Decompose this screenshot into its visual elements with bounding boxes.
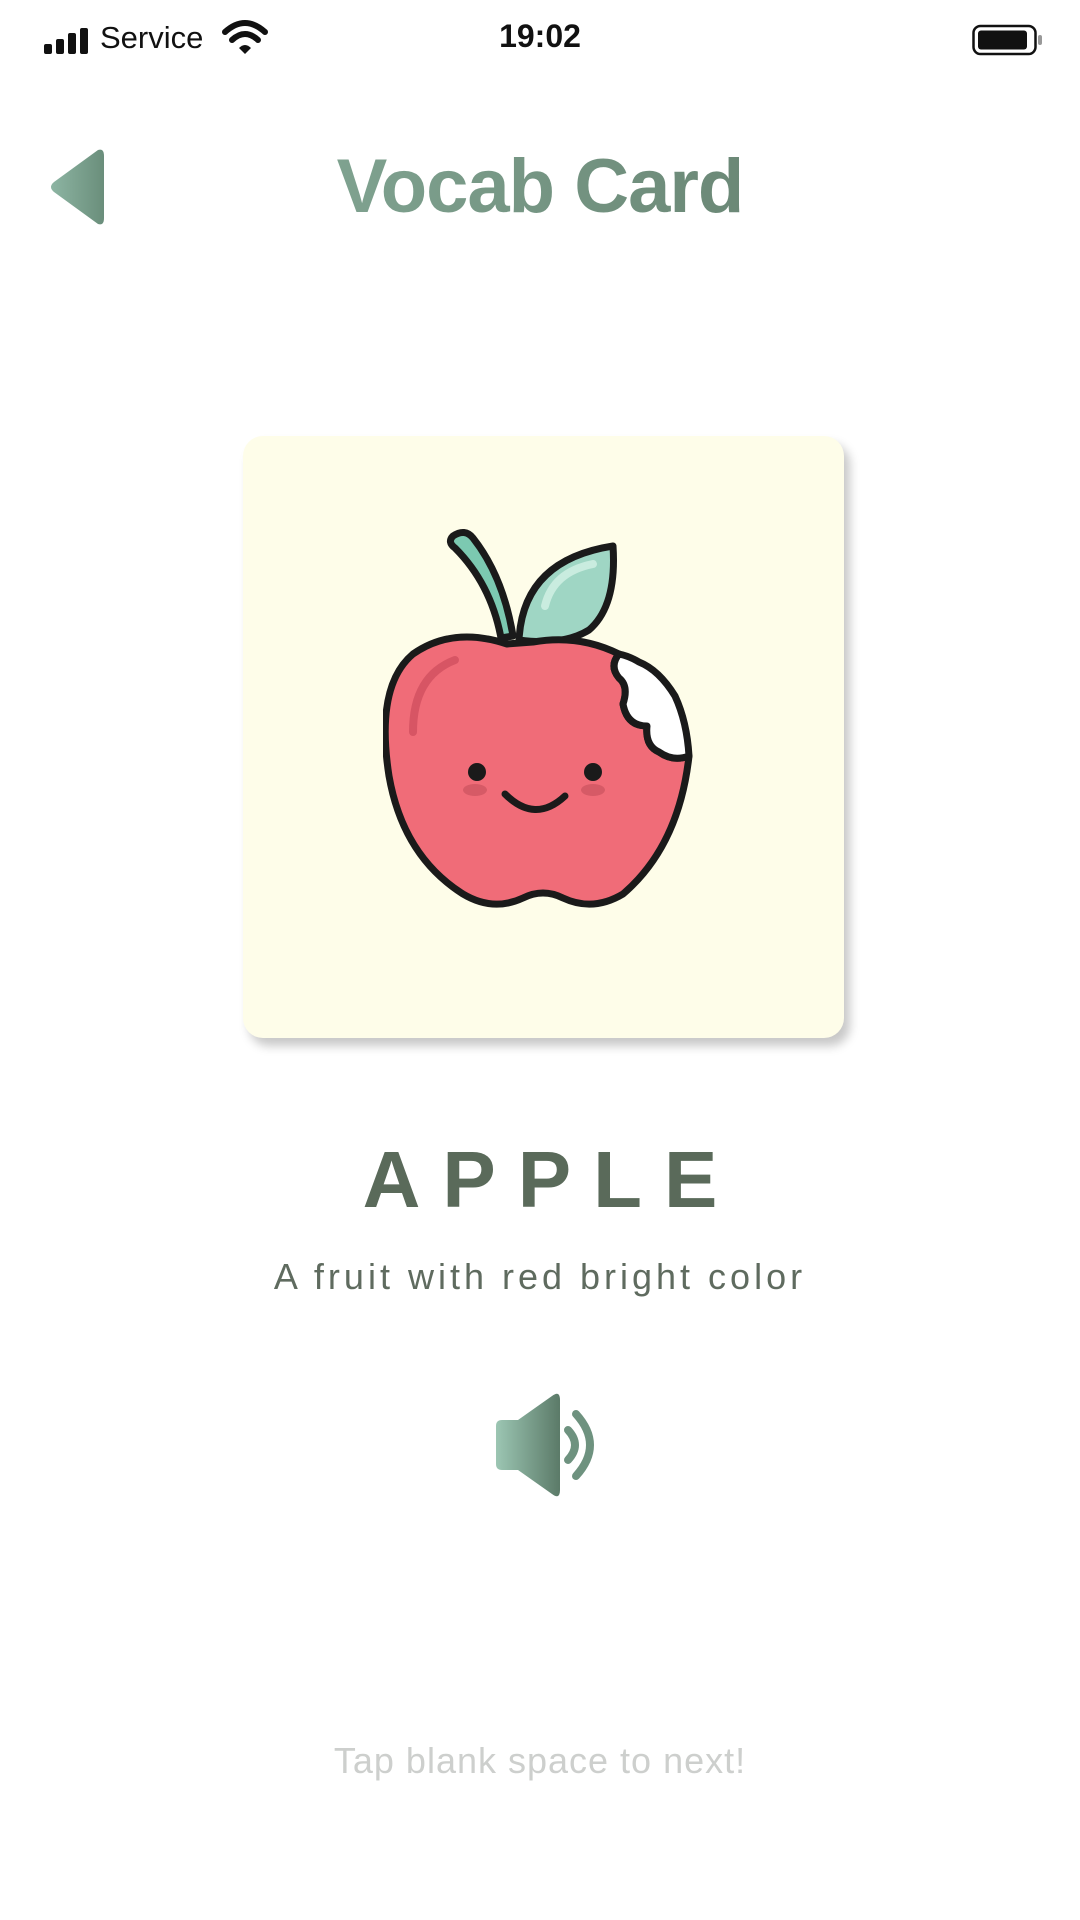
vocab-card-screen[interactable]: Service 19:02 Vocab Card APPLE A fruit w… [0, 0, 1080, 1920]
speaker-icon[interactable] [490, 1390, 602, 1500]
vocab-word: APPLE [362, 1135, 740, 1224]
battery-icon [972, 24, 1042, 56]
next-hint: Tap blank space to next! [333, 1740, 747, 1781]
status-time: 19:02 [499, 18, 581, 54]
vocab-image-card [243, 436, 844, 1038]
page-title: Vocab Card [0, 143, 1080, 230]
status-bar: Service 19:02 [0, 0, 1080, 80]
apple-illustration [383, 529, 693, 908]
vocab-definition: A fruit with red bright color [273, 1256, 807, 1297]
